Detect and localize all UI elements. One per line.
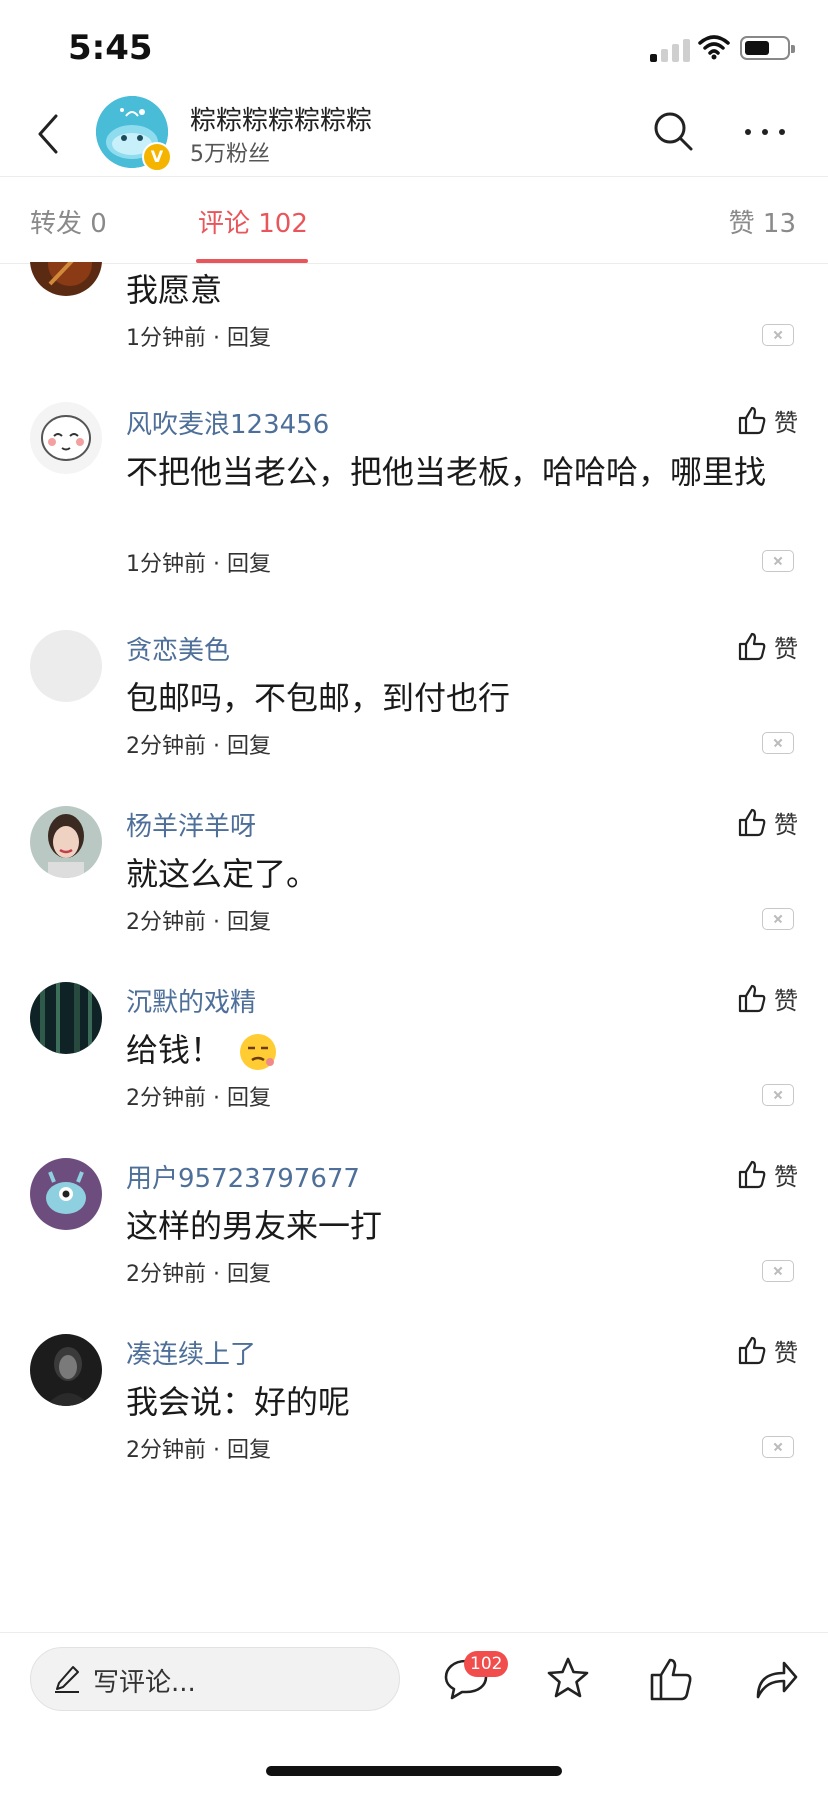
home-indicator[interactable] <box>266 1766 562 1776</box>
comment-text: 不把他当老公，把他当老板，哈哈哈，哪里找 <box>126 453 767 491</box>
tab-bar: 转发 0 评论 102 赞 13 <box>0 176 828 264</box>
star-icon[interactable] <box>542 1653 594 1705</box>
comment-item: 我愿意 1分钟前 · 回复 <box>0 262 828 378</box>
comment-meta[interactable]: 1分钟前 · 回复 <box>126 546 271 578</box>
cell-signal-icon <box>650 38 690 62</box>
comment-item: 杨羊洋羊呀 赞 就这么定了。 2分钟前 · 回复 <box>0 780 828 956</box>
status-bar: 5:45 <box>0 0 828 88</box>
dismiss-icon[interactable] <box>762 324 794 346</box>
comment-text: 给钱！ <box>126 1026 786 1074</box>
search-icon[interactable] <box>650 108 696 154</box>
comment-meta[interactable]: 2分钟前 · 回复 <box>126 1432 271 1464</box>
avatar[interactable] <box>30 806 102 878</box>
like-label: 赞 <box>774 634 798 663</box>
comment-meta[interactable]: 2分钟前 · 回复 <box>126 904 271 936</box>
comment-text: 包邮吗，不包邮，到付也行 <box>126 679 511 717</box>
more-icon[interactable] <box>740 108 790 154</box>
like-button[interactable]: 赞 <box>736 802 798 842</box>
like-icon <box>738 632 766 661</box>
avatar[interactable] <box>30 262 102 296</box>
comment-text: 就这么定了。 <box>126 855 319 893</box>
tab-repost[interactable]: 转发 0 <box>30 203 107 240</box>
smirk-emoji-icon <box>240 1034 277 1070</box>
verified-badge: V <box>142 142 172 172</box>
comment-username[interactable]: 风吹麦浪123456 <box>126 404 329 441</box>
comment-username[interactable]: 用户95723797677 <box>126 1158 360 1195</box>
comment-meta[interactable]: 2分钟前 · 回复 <box>126 1080 271 1112</box>
dismiss-icon[interactable] <box>762 1260 794 1282</box>
share-icon[interactable] <box>750 1653 802 1705</box>
comment-count-badge: 102 <box>464 1651 509 1677</box>
comment-username[interactable]: 沉默的戏精 <box>126 982 256 1019</box>
like-icon <box>738 406 766 435</box>
comment-meta[interactable]: 2分钟前 · 回复 <box>126 1256 271 1288</box>
like-button[interactable]: 赞 <box>736 978 798 1018</box>
avatar[interactable] <box>30 402 102 474</box>
comment-list[interactable]: 我愿意 1分钟前 · 回复 风吹麦浪123456 赞 不把他当老公，把他当老板，… <box>0 262 828 1632</box>
thumb-up-icon[interactable] <box>646 1653 698 1705</box>
pen-icon <box>55 1666 79 1693</box>
comment-meta[interactable]: 1分钟前 · 回复 <box>126 320 271 352</box>
comment-username[interactable]: 贪恋美色 <box>126 630 230 667</box>
tab-likes[interactable]: 赞 13 <box>729 203 796 240</box>
like-label: 赞 <box>774 1162 798 1191</box>
comment-item: 凑连续上了 赞 我会说：好的呢 2分钟前 · 回复 <box>0 1308 828 1484</box>
dismiss-icon[interactable] <box>762 732 794 754</box>
like-label: 赞 <box>774 810 798 839</box>
header: V 粽粽粽粽粽粽粽 5万粉丝 <box>0 88 828 176</box>
like-icon <box>738 984 766 1013</box>
like-button[interactable]: 赞 <box>736 400 798 440</box>
tab-comments[interactable]: 评论 102 <box>198 203 308 240</box>
avatar[interactable] <box>30 1334 102 1406</box>
avatar[interactable] <box>30 1158 102 1230</box>
dismiss-icon[interactable] <box>762 1436 794 1458</box>
like-label: 赞 <box>774 986 798 1015</box>
like-button[interactable]: 赞 <box>736 626 798 666</box>
comment-input[interactable]: 写评论... <box>30 1647 400 1711</box>
like-icon <box>738 808 766 837</box>
like-label: 赞 <box>774 1338 798 1367</box>
comment-input-placeholder: 写评论... <box>93 1668 196 1698</box>
dismiss-icon[interactable] <box>762 908 794 930</box>
dismiss-icon[interactable] <box>762 1084 794 1106</box>
comment-text: 这样的男友来一打 <box>126 1207 383 1245</box>
comment-item: 风吹麦浪123456 赞 不把他当老公，把他当老板，哈哈哈，哪里找 1分钟前 ·… <box>0 378 828 604</box>
fans-count: 5万粉丝 <box>190 142 270 167</box>
like-button[interactable]: 赞 <box>736 1154 798 1194</box>
comment-text: 我会说：好的呢 <box>126 1383 351 1421</box>
comment-item: 用户95723797677 赞 这样的男友来一打 2分钟前 · 回复 <box>0 1132 828 1308</box>
comment-meta[interactable]: 2分钟前 · 回复 <box>126 728 271 760</box>
comment-item: 贪恋美色 赞 包邮吗，不包邮，到付也行 2分钟前 · 回复 <box>0 604 828 780</box>
comment-item: 沉默的戏精 赞 给钱！ 2分钟前 · 回复 <box>0 956 828 1132</box>
back-icon[interactable] <box>26 110 74 158</box>
comment-username[interactable]: 凑连续上了 <box>126 1334 256 1371</box>
comment-text: 我愿意 <box>126 271 223 309</box>
like-icon <box>738 1336 766 1365</box>
wifi-icon <box>698 35 730 60</box>
like-label: 赞 <box>774 408 798 437</box>
status-time: 5:45 <box>68 28 153 68</box>
like-button[interactable]: 赞 <box>736 1330 798 1370</box>
avatar[interactable] <box>30 630 102 702</box>
comment-text-content: 给钱！ <box>126 1031 223 1069</box>
avatar[interactable] <box>30 982 102 1054</box>
like-icon <box>738 1160 766 1189</box>
battery-icon <box>740 36 795 60</box>
comment-username[interactable]: 杨羊洋羊呀 <box>126 806 256 843</box>
account-name[interactable]: 粽粽粽粽粽粽粽 <box>190 100 372 137</box>
dismiss-icon[interactable] <box>762 550 794 572</box>
